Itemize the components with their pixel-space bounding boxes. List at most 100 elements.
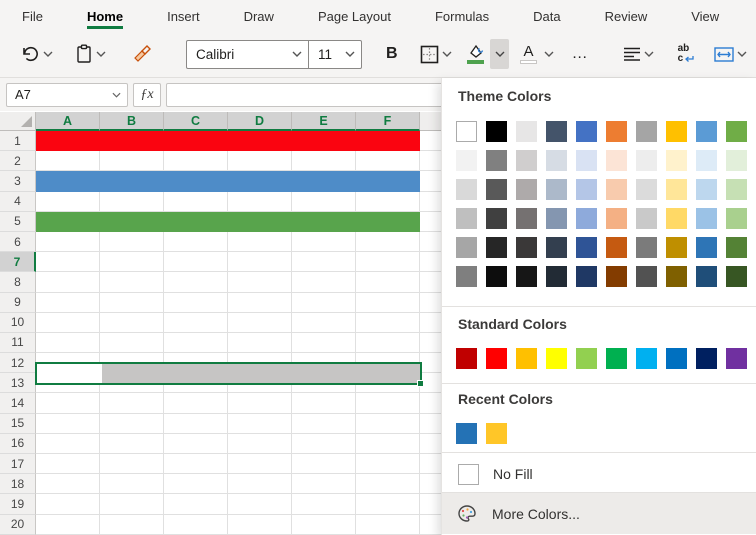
theme-color-swatch[interactable]	[696, 208, 717, 229]
undo-button[interactable]	[18, 38, 57, 70]
theme-color-swatch[interactable]	[606, 208, 627, 229]
cell-D18[interactable]	[228, 474, 292, 494]
column-header-f[interactable]: F	[356, 112, 420, 131]
theme-color-swatch[interactable]	[696, 179, 717, 200]
cell-A20[interactable]	[36, 515, 100, 535]
cell-C4[interactable]	[164, 192, 228, 212]
recent-color-swatch[interactable]	[486, 423, 507, 444]
tab-review[interactable]: Review	[605, 2, 648, 29]
cell-C17[interactable]	[164, 454, 228, 474]
cell-B11[interactable]	[100, 333, 164, 353]
cell-D17[interactable]	[228, 454, 292, 474]
theme-color-swatch[interactable]	[666, 150, 687, 171]
cell-B6[interactable]	[100, 232, 164, 252]
cell-D3[interactable]	[228, 171, 292, 191]
cell-E10[interactable]	[292, 313, 356, 333]
theme-color-swatch[interactable]	[726, 266, 747, 287]
theme-color-swatch[interactable]	[546, 208, 567, 229]
tab-data[interactable]: Data	[533, 2, 560, 29]
theme-color-swatch[interactable]	[456, 121, 477, 142]
chevron-down-icon[interactable]	[642, 47, 656, 61]
merge-button[interactable]	[712, 38, 751, 70]
cell-F3[interactable]	[356, 171, 420, 191]
theme-color-swatch[interactable]	[516, 179, 537, 200]
column-header-a[interactable]: A	[36, 112, 100, 131]
column-header-c[interactable]: C	[164, 112, 228, 131]
cell-B1[interactable]	[100, 131, 164, 151]
cell-C8[interactable]	[164, 272, 228, 292]
theme-color-swatch[interactable]	[456, 208, 477, 229]
chevron-down-icon[interactable]	[41, 47, 55, 61]
theme-color-swatch[interactable]	[726, 208, 747, 229]
cell-C20[interactable]	[164, 515, 228, 535]
theme-color-swatch[interactable]	[606, 266, 627, 287]
cell-A8[interactable]	[36, 272, 100, 292]
cell-B4[interactable]	[100, 192, 164, 212]
tab-page-layout[interactable]: Page Layout	[318, 2, 391, 29]
cell-E3[interactable]	[292, 171, 356, 191]
cell-F9[interactable]	[356, 293, 420, 313]
theme-color-swatch[interactable]	[486, 179, 507, 200]
row-header-13[interactable]: 13	[0, 373, 36, 393]
cell-E9[interactable]	[292, 293, 356, 313]
cell-A15[interactable]	[36, 414, 100, 434]
row-header-12[interactable]: 12	[0, 353, 36, 373]
standard-color-swatch[interactable]	[666, 348, 687, 369]
cell-F14[interactable]	[356, 393, 420, 413]
cell-C16[interactable]	[164, 434, 228, 454]
cell-C2[interactable]	[164, 151, 228, 171]
cell-C9[interactable]	[164, 293, 228, 313]
theme-color-swatch[interactable]	[546, 179, 567, 200]
cell-F7[interactable]	[356, 252, 420, 272]
theme-color-swatch[interactable]	[516, 237, 537, 258]
row-header-6[interactable]: 6	[0, 232, 36, 252]
select-all-corner[interactable]	[0, 112, 36, 131]
cell-F19[interactable]	[356, 494, 420, 514]
theme-color-swatch[interactable]	[456, 150, 477, 171]
row-header-2[interactable]: 2	[0, 151, 36, 171]
theme-color-swatch[interactable]	[546, 121, 567, 142]
tab-file[interactable]: File	[22, 2, 43, 29]
cell-E18[interactable]	[292, 474, 356, 494]
cell-F18[interactable]	[356, 474, 420, 494]
cell-D7[interactable]	[228, 252, 292, 272]
cell-A5[interactable]	[36, 212, 100, 232]
theme-color-swatch[interactable]	[726, 179, 747, 200]
tab-home[interactable]: Home	[87, 2, 123, 29]
selected-cells-b7-f7[interactable]	[102, 364, 420, 383]
theme-color-swatch[interactable]	[516, 121, 537, 142]
theme-color-swatch[interactable]	[726, 150, 747, 171]
theme-color-swatch[interactable]	[636, 237, 657, 258]
cell-A19[interactable]	[36, 494, 100, 514]
fill-color-button[interactable]	[464, 38, 488, 70]
cell-C10[interactable]	[164, 313, 228, 333]
cell-C14[interactable]	[164, 393, 228, 413]
cell-E11[interactable]	[292, 333, 356, 353]
row-header-7[interactable]: 7	[0, 252, 36, 272]
row-header-1[interactable]: 1	[0, 131, 36, 151]
theme-color-swatch[interactable]	[576, 179, 597, 200]
format-painter-button[interactable]	[130, 38, 154, 70]
theme-color-swatch[interactable]	[576, 150, 597, 171]
chevron-down-icon[interactable]	[542, 47, 556, 61]
cell-E15[interactable]	[292, 414, 356, 434]
cell-A3[interactable]	[36, 171, 100, 191]
theme-color-swatch[interactable]	[606, 237, 627, 258]
cell-B16[interactable]	[100, 434, 164, 454]
theme-color-swatch[interactable]	[576, 208, 597, 229]
cell-B14[interactable]	[100, 393, 164, 413]
recent-color-swatch[interactable]	[456, 423, 477, 444]
theme-color-swatch[interactable]	[456, 266, 477, 287]
row-header-10[interactable]: 10	[0, 313, 36, 333]
cell-C18[interactable]	[164, 474, 228, 494]
theme-color-swatch[interactable]	[696, 150, 717, 171]
cell-C1[interactable]	[164, 131, 228, 151]
theme-color-swatch[interactable]	[576, 237, 597, 258]
cell-E6[interactable]	[292, 232, 356, 252]
cell-D1[interactable]	[228, 131, 292, 151]
theme-color-swatch[interactable]	[606, 150, 627, 171]
row-header-17[interactable]: 17	[0, 454, 36, 474]
cell-D8[interactable]	[228, 272, 292, 292]
cell-B5[interactable]	[100, 212, 164, 232]
theme-color-swatch[interactable]	[516, 208, 537, 229]
